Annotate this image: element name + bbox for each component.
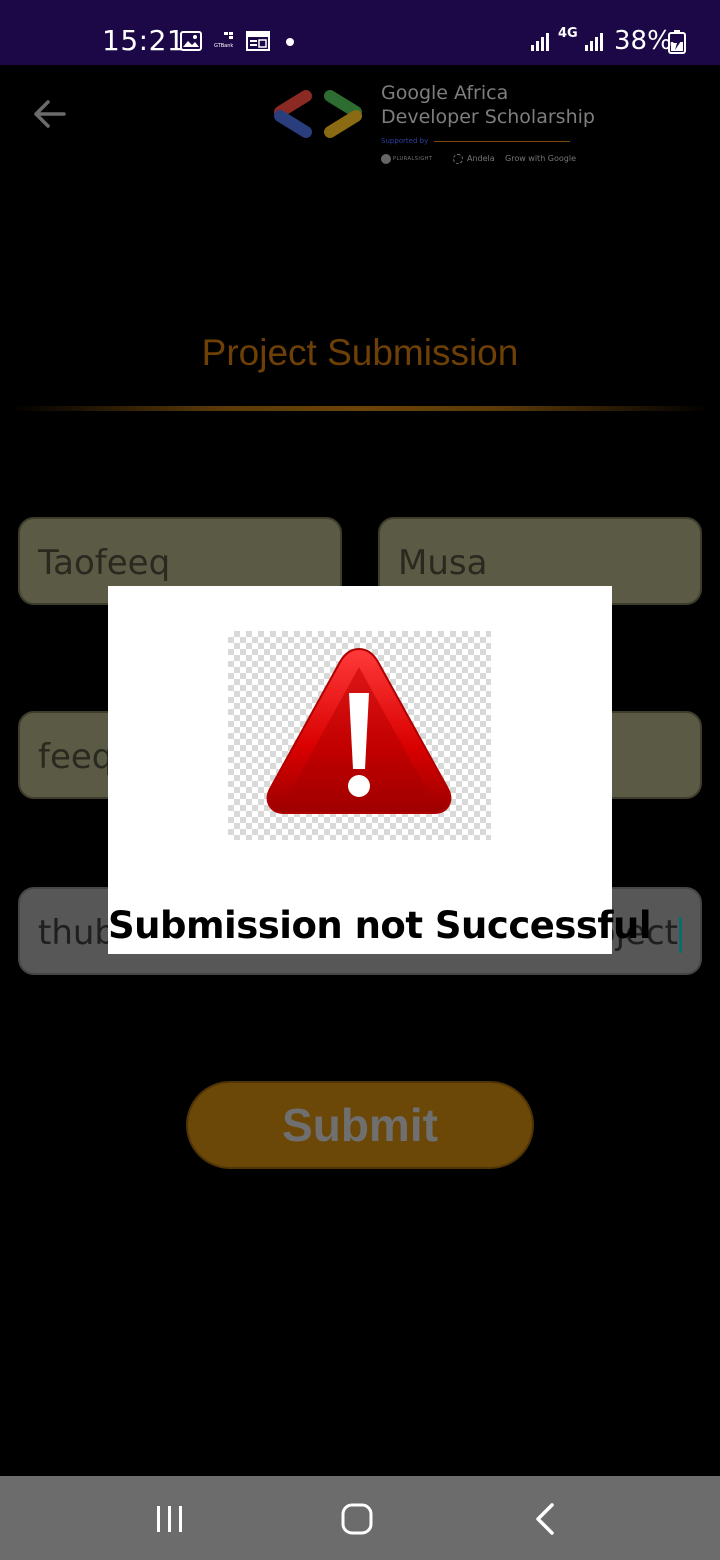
submission-failed-dialog[interactable]: Submission not Successful [108, 586, 652, 954]
logo-divider [434, 141, 570, 142]
partner-pluralsight: PLURALSIGHT [393, 156, 433, 162]
gads-logo: Google Africa Developer Scholarship Supp… [272, 82, 595, 170]
partner-andela: Andela [467, 154, 495, 163]
title-divider [10, 406, 710, 411]
status-bar: 15:21 GTBank 4G 38% [0, 0, 720, 65]
home-icon[interactable] [340, 1502, 374, 1536]
notification-dot-icon [286, 38, 294, 46]
last-name-value: Musa [398, 543, 488, 583]
email-value: feeq [38, 737, 114, 777]
battery-percent: 38% [614, 26, 672, 56]
status-time: 15:21 [102, 24, 186, 57]
submit-button[interactable]: Submit [186, 1081, 534, 1169]
system-nav-bar [0, 1476, 720, 1560]
logo-title-line1: Google Africa [381, 82, 509, 104]
calendar-icon [246, 31, 270, 51]
dialog-message: Submission not Successful [108, 904, 652, 947]
partner-grow-with-google: Grow with Google [505, 154, 577, 163]
gtbank-label: GTBank [214, 43, 234, 49]
back-arrow-icon[interactable] [30, 96, 70, 132]
network-type-label: 4G [558, 26, 578, 41]
logo-partners: PLURALSIGHT Andela Grow with Google [381, 154, 576, 166]
first-name-value: Taofeeq [38, 543, 171, 583]
signal-icon [531, 33, 549, 51]
page-title: Project Submission [201, 332, 519, 373]
back-icon[interactable] [530, 1502, 560, 1536]
logo-title-line2: Developer Scholarship [381, 106, 595, 128]
github-link-value-start: thub [38, 913, 117, 953]
recents-icon[interactable] [154, 1504, 186, 1534]
andela-icon [453, 154, 463, 164]
gallery-icon [180, 31, 202, 51]
pluralsight-icon [381, 154, 391, 164]
warning-triangle-icon [266, 647, 452, 814]
logo-supported-by: Supported by [381, 137, 429, 145]
battery-charging-icon [668, 30, 686, 54]
alert-image [228, 631, 491, 840]
signal-icon-2 [585, 33, 603, 51]
gads-brackets-icon [274, 90, 362, 138]
text-caret [679, 916, 682, 953]
